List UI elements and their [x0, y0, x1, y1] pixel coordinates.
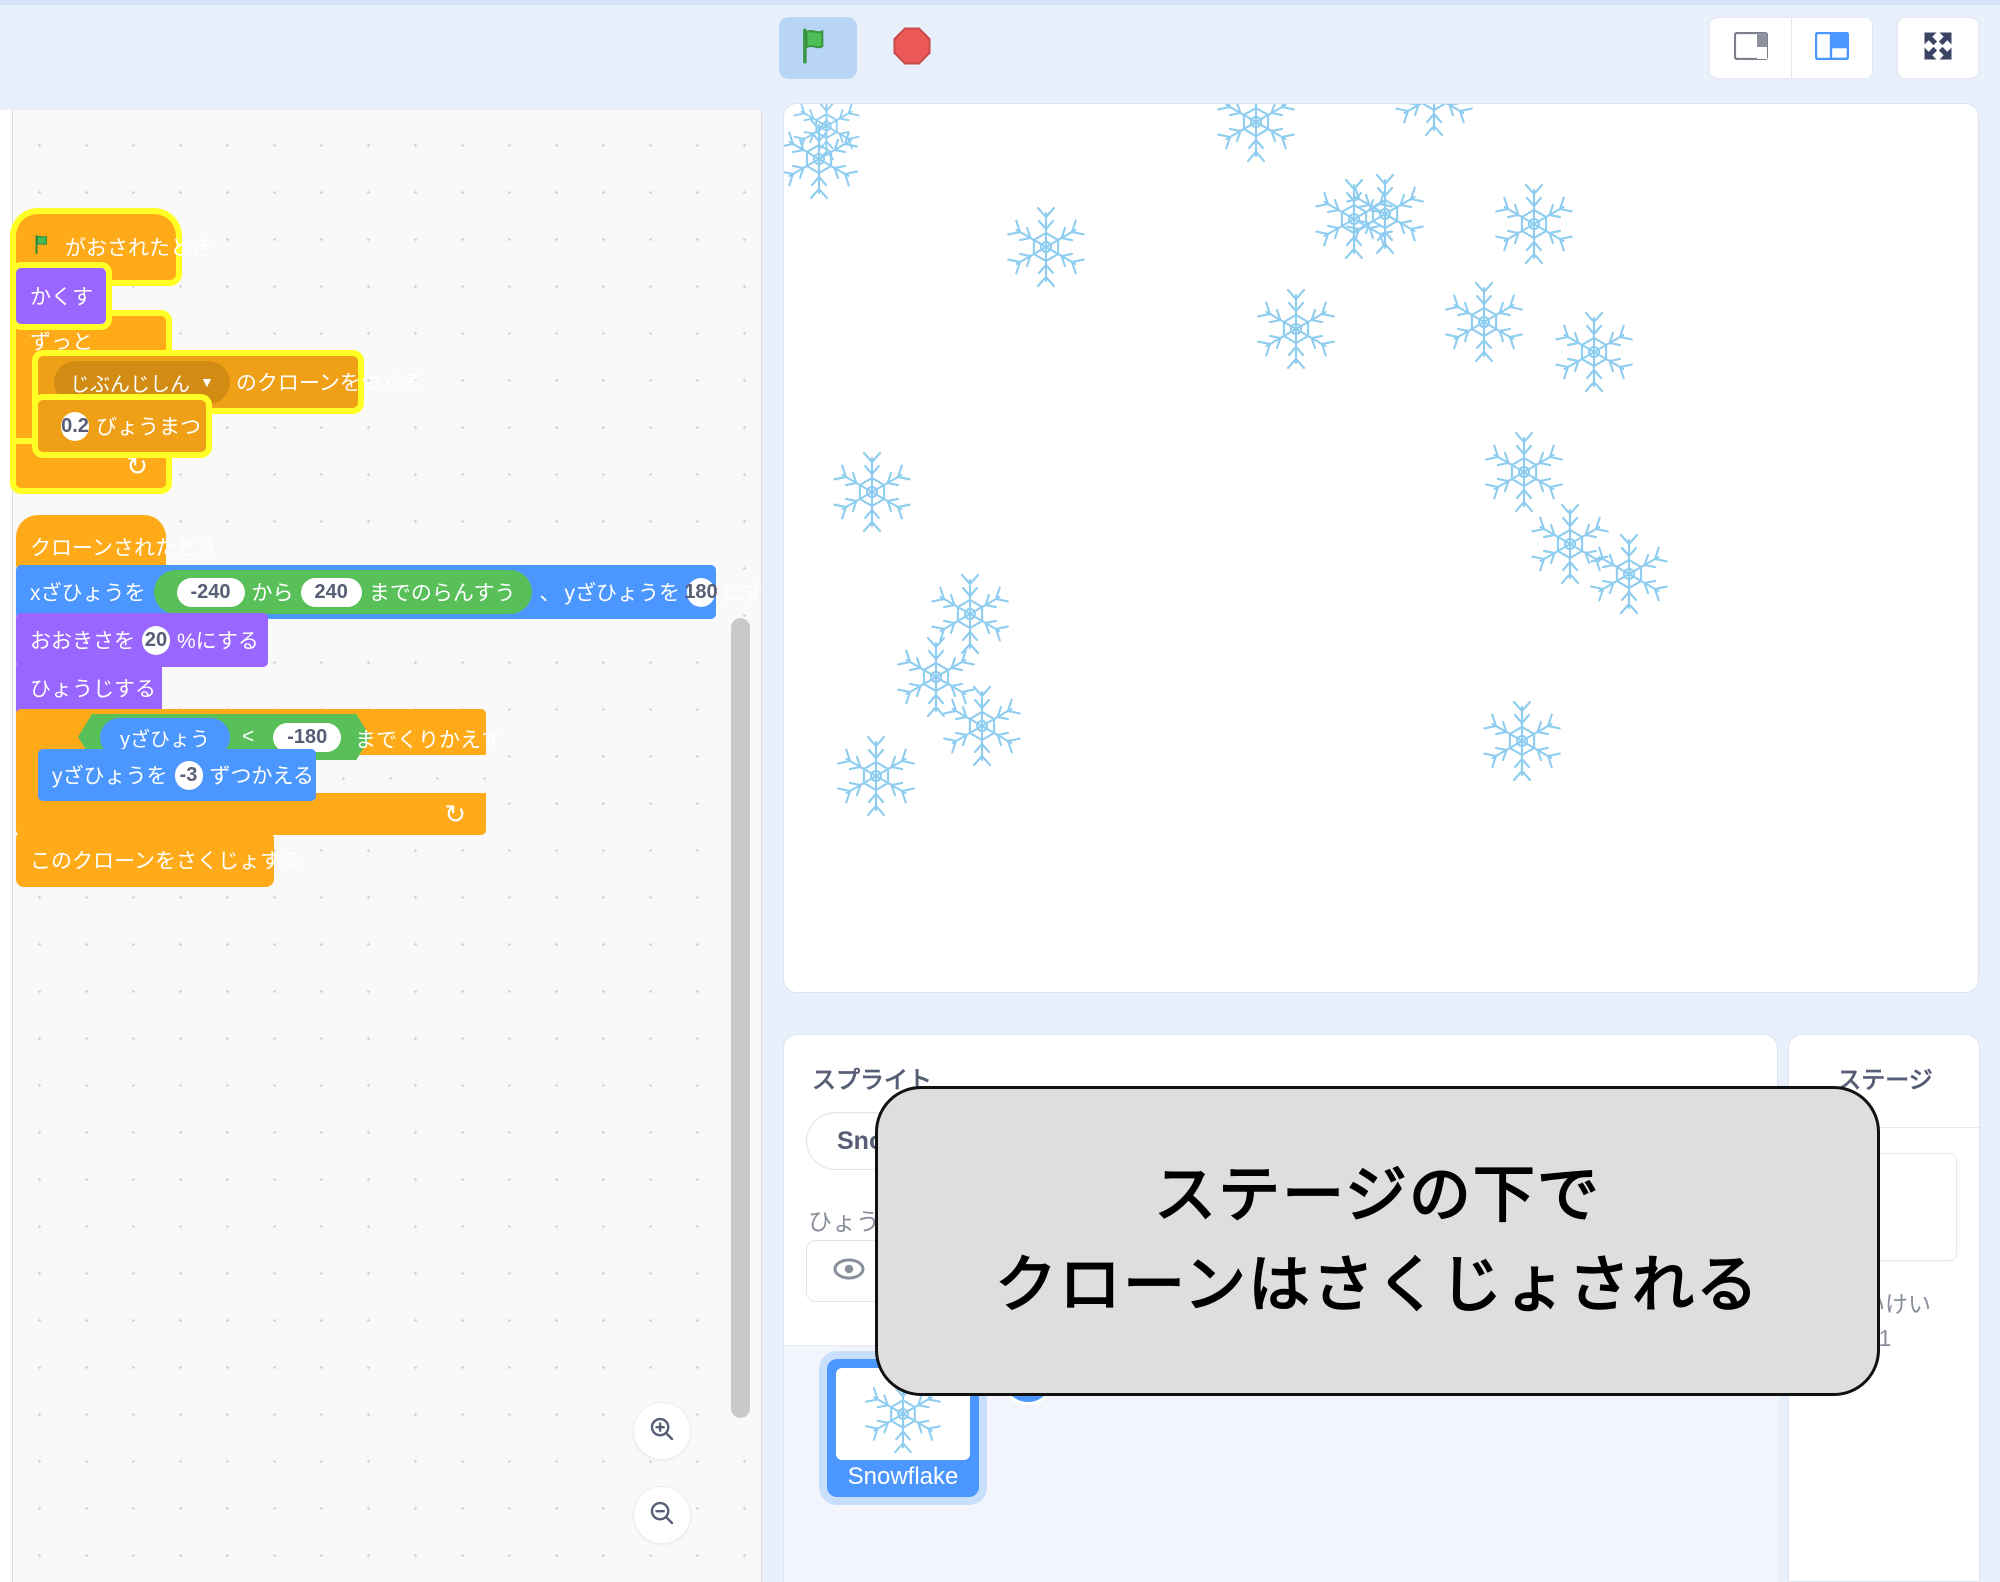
top-toolbar [0, 0, 2000, 110]
goto-y-suffix: にする [722, 582, 761, 605]
zoom-in-icon [647, 1414, 677, 1449]
loop-arrow-icon: ↻ [126, 450, 148, 481]
goto-comma: 、 [539, 582, 561, 605]
show-block[interactable]: ひょうじする [16, 661, 162, 715]
stage-size-controls [1709, 17, 1873, 79]
hide-label: かくす [30, 286, 93, 309]
delete-this-clone-label: このクローンをさくじょする [30, 850, 302, 873]
callout-line-1: ステージの下で [1154, 1161, 1601, 1231]
change-y-label: yざひょうを [52, 765, 168, 788]
set-size-suffix: %にする [177, 630, 259, 653]
show-label: ひょうじする [30, 678, 156, 701]
clone-target-label: じぶんじしん [70, 373, 190, 396]
green-flag-icon [797, 25, 839, 72]
repeat-until-label: までくりかえす [355, 729, 502, 752]
code-workspace[interactable]: がおされたとき かくす ずっと じぶんじしん ▼ のクローンをつくる 0.2 び… [0, 110, 762, 1582]
fullscreen-button[interactable] [1897, 17, 1979, 79]
chevron-down-icon: ▼ [200, 374, 214, 390]
stage-display[interactable] [783, 103, 1979, 993]
wait-seconds-label: びょうまつ [96, 416, 201, 439]
wait-seconds-input[interactable]: 0.2 [61, 411, 89, 441]
go-to-xy-block[interactable]: xざひょうを -240 から 240 までのらんすう 、 yざひょうを 180 … [16, 565, 761, 619]
random-from-input[interactable]: -240 [176, 577, 245, 607]
hide-block[interactable]: かくす [16, 268, 106, 324]
set-size-label: おおきさを [30, 630, 135, 653]
wait-seconds-block[interactable]: 0.2 びょうまつ [38, 400, 206, 452]
change-y-suffix: ずつかえる [209, 765, 314, 788]
when-flag-clicked-label: がおされたとき [65, 237, 212, 260]
fullscreen-icon [1920, 28, 1956, 69]
stop-sign-icon [891, 25, 933, 72]
create-clone-label: のクローンをつくる [235, 372, 424, 395]
zoom-out-icon [647, 1498, 677, 1533]
green-flag-icon [32, 232, 56, 262]
set-size-block[interactable]: おおきさを 20 %にする [16, 613, 268, 667]
random-to-label: までのらんすう [368, 582, 516, 605]
sprite-item-label: Snowflake [847, 1463, 959, 1490]
large-stage-button[interactable] [1791, 17, 1873, 79]
small-stage-layout-icon [1733, 31, 1768, 65]
random-to-input[interactable]: 240 [300, 577, 362, 607]
callout-line-2: クローンはさくじょされる [995, 1251, 1760, 1320]
when-i-start-as-clone-block[interactable]: クローンされたとき [16, 515, 218, 571]
zoom-in-button[interactable] [633, 1402, 691, 1460]
small-stage-button[interactable] [1709, 17, 1791, 79]
annotation-callout: ステージの下で クローンはさくじょされる [875, 1086, 1880, 1396]
less-than-input[interactable]: -180 [273, 723, 341, 752]
pick-random-block[interactable]: -240 から 240 までのらんすう [153, 570, 532, 614]
large-stage-layout-icon [1814, 31, 1850, 65]
y-position-label: yざひょう [120, 728, 210, 751]
stop-button[interactable] [873, 17, 951, 79]
loop-arrow-icon: ↻ [444, 798, 466, 829]
set-size-input[interactable]: 20 [142, 625, 170, 655]
delete-this-clone-block[interactable]: このクローンをさくじょする [16, 833, 302, 887]
goto-y-label: yざひょうを [564, 582, 681, 605]
goto-y-input[interactable]: 180 [684, 577, 718, 607]
stage-snowflakes [784, 104, 1668, 817]
random-from-label: から [251, 582, 294, 605]
less-than-operator: < [242, 725, 255, 748]
change-y-input[interactable]: -3 [174, 760, 203, 790]
forever-label: ずっと [30, 331, 93, 354]
code-area-scrollbar[interactable] [731, 618, 750, 1418]
zoom-out-button[interactable] [633, 1486, 691, 1544]
toolbar-divider [0, 0, 2000, 5]
change-y-block[interactable]: yざひょうを -3 ずつかえる [38, 749, 316, 801]
green-flag-button[interactable] [779, 17, 857, 79]
clone-target-dropdown[interactable]: じぶんじしん ▼ [54, 360, 230, 404]
goto-x-label: xざひょうを [30, 582, 146, 605]
eye-icon [832, 1256, 866, 1287]
when-i-start-as-clone-label: クローンされたとき [30, 537, 218, 560]
